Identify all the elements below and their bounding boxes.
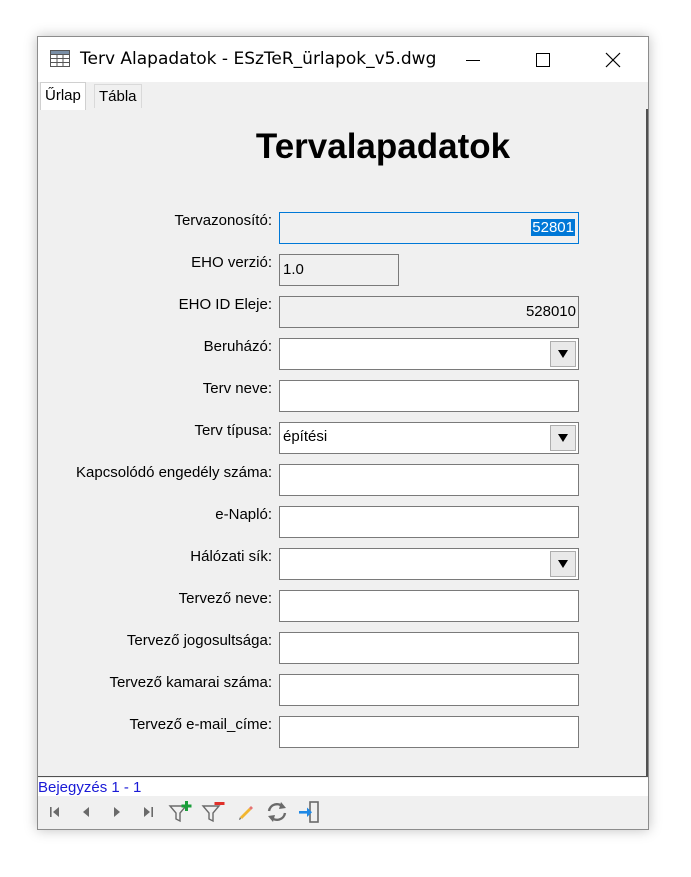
tab-urlap[interactable]: Űrlap: [40, 82, 86, 110]
first-record-button[interactable]: [43, 800, 67, 824]
tab-strip: Űrlap Tábla: [38, 82, 648, 110]
terv-tipusa-value: építési: [283, 428, 328, 445]
filter-remove-icon: [201, 802, 225, 823]
halozati-sik-dropdown-button[interactable]: [550, 551, 576, 577]
chevron-down-icon: [558, 434, 568, 442]
remove-filter-button[interactable]: [201, 800, 225, 824]
exit-icon: [299, 801, 319, 823]
tervazonosito-value: 52801: [531, 219, 575, 236]
maximize-icon: [536, 52, 550, 67]
window-title: Terv Alapadatok - ESzTeR_ürlapok_v5.dwg: [80, 49, 437, 69]
table-app-icon: [50, 50, 70, 67]
field-label-halozati-sik: Hálózati sík:: [190, 548, 272, 565]
refresh-icon: [267, 802, 287, 822]
tab-tabla[interactable]: Tábla: [94, 84, 142, 108]
eho-verzio-field[interactable]: 1.0: [279, 254, 399, 286]
tervazonosito-field[interactable]: 52801: [279, 212, 579, 244]
record-status: Bejegyzés 1 - 1: [38, 778, 648, 796]
last-record-icon: [144, 807, 153, 817]
edit-pencil-icon: [239, 806, 253, 820]
next-record-button[interactable]: [105, 800, 129, 824]
eho-id-eleje-field[interactable]: 528010: [279, 296, 579, 328]
add-filter-button[interactable]: [168, 800, 192, 824]
field-label-terv-neve: Terv neve:: [202, 380, 272, 397]
terv-neve-input[interactable]: [279, 380, 579, 412]
field-label-tervazonosito: Tervazonosító:: [174, 212, 272, 229]
maximize-button[interactable]: [508, 37, 578, 82]
halozati-sik-select[interactable]: [279, 548, 579, 580]
form-heading: Tervalapadatok: [255, 127, 511, 166]
field-label-e-naplo: e-Napló:: [215, 506, 272, 523]
field-label-eho-id-eleje: EHO ID Eleje:: [178, 296, 272, 313]
terv-tipusa-select[interactable]: építési: [279, 422, 579, 454]
kapcsolodo-engedely-input[interactable]: [279, 464, 579, 496]
record-toolbar: [38, 796, 648, 829]
field-label-kapcsolodo-engedely: Kapcsolódó engedély száma:: [76, 464, 272, 481]
close-icon: [605, 52, 621, 67]
field-label-tervezo-neve: Tervező neve:: [178, 590, 272, 607]
e-naplo-input[interactable]: [279, 506, 579, 538]
terv-tipusa-dropdown-button[interactable]: [550, 425, 576, 451]
first-record-icon: [50, 807, 59, 817]
field-label-tervezo-email: Tervező e-mail_címe:: [129, 716, 272, 733]
minimize-icon: [466, 59, 480, 61]
last-record-button[interactable]: [136, 800, 160, 824]
eho-id-eleje-value: 528010: [525, 303, 576, 320]
chevron-down-icon: [558, 560, 568, 568]
tervezo-kamarai-szama-input[interactable]: [279, 674, 579, 706]
title-bar[interactable]: Terv Alapadatok - ESzTeR_ürlapok_v5.dwg: [38, 37, 648, 82]
prev-record-button[interactable]: [74, 800, 98, 824]
field-label-terv-tipusa: Terv típusa:: [194, 422, 272, 439]
next-record-icon: [114, 807, 120, 817]
close-button[interactable]: [578, 37, 648, 82]
filter-add-icon: [168, 801, 192, 823]
beruhazo-select[interactable]: [279, 338, 579, 370]
form-panel: Tervalapadatok Tervazonosító: 52801 EHO …: [38, 109, 648, 777]
beruhazo-dropdown-button[interactable]: [550, 341, 576, 367]
edit-button[interactable]: [234, 800, 258, 824]
field-label-beruhazo: Beruházó:: [203, 338, 272, 355]
eho-verzio-value: 1.0: [283, 261, 304, 278]
prev-record-icon: [83, 807, 89, 817]
minimize-button[interactable]: [438, 37, 508, 82]
field-label-tervezo-jogosultsaga: Tervező jogosultsága:: [126, 632, 272, 649]
tervezo-jogosultsaga-input[interactable]: [279, 632, 579, 664]
tervezo-neve-input[interactable]: [279, 590, 579, 622]
refresh-button[interactable]: [265, 800, 289, 824]
exit-button[interactable]: [297, 800, 321, 824]
field-label-eho-verzio: EHO verzió:: [191, 254, 272, 271]
field-label-tervezo-kamarai-szama: Tervező kamarai száma:: [109, 674, 272, 691]
app-window: Terv Alapadatok - ESzTeR_ürlapok_v5.dwg …: [37, 36, 649, 830]
tervezo-email-input[interactable]: [279, 716, 579, 748]
chevron-down-icon: [558, 350, 568, 358]
